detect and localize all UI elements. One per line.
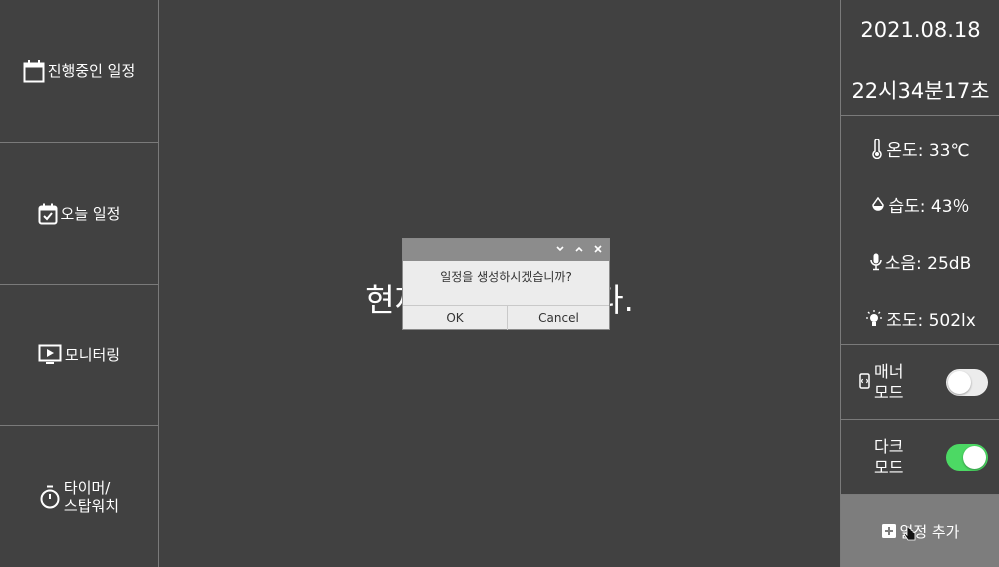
nav-label: 진행중인 일정: [47, 62, 136, 80]
sensor-illuminance: 조도: 502lx: [841, 306, 999, 331]
sensor-temperature: 온도: 33℃: [841, 136, 999, 161]
chevron-down-icon[interactable]: [553, 242, 567, 256]
nav-label: 오늘 일정: [60, 204, 121, 223]
sensor-noise: 소음: 25dB: [841, 249, 999, 274]
water-drop-icon: [871, 196, 885, 213]
nav-item-ongoing-schedule[interactable]: 진행중인 일정: [0, 0, 158, 143]
right-panel: 2021.08.18 22시34분17초 온도: 33℃ 습도: 43％ 소음:…: [840, 0, 999, 567]
nav-item-monitoring[interactable]: 모니터링: [0, 285, 158, 426]
confirm-dialog: 일정을 생성하시겠습니까? OK Cancel: [402, 238, 610, 330]
temperature-value: 온도: 33℃: [886, 141, 970, 161]
thermometer-icon: [871, 138, 883, 159]
nav-item-timer-stopwatch[interactable]: 타이머/ 스탑워치: [0, 426, 158, 567]
humidity-value: 습도: 43％: [888, 197, 970, 217]
hand-cursor-icon: [903, 526, 917, 546]
switch-knob: [948, 371, 971, 394]
monitor-play-icon: [38, 344, 62, 366]
nav-label: 타이머/ 스탑워치: [63, 478, 120, 515]
dialog-titlebar[interactable]: [403, 239, 609, 261]
calendar-check-icon: [38, 203, 58, 225]
dark-mode-switch[interactable]: [946, 444, 988, 471]
microphone-icon: [870, 253, 882, 271]
current-date: 2021.08.18: [860, 18, 981, 42]
add-schedule-button[interactable]: 일정 추가: [841, 495, 999, 567]
moon-icon: [858, 448, 871, 468]
clock: 2021.08.18 22시34분17초: [841, 0, 999, 116]
nav-label: 모니터링: [64, 346, 121, 364]
dark-mode-label: 다크 모드: [874, 437, 904, 477]
manner-mode-switch[interactable]: [946, 369, 988, 396]
manner-mode-label: 매너 모드: [874, 362, 904, 402]
dialog-buttons: OK Cancel: [403, 305, 609, 330]
nav-item-today-schedule[interactable]: 오늘 일정: [0, 143, 158, 285]
manner-mode-row: 매너 모드: [841, 345, 999, 420]
current-time: 22시34분17초: [851, 79, 990, 103]
calendar-icon: [23, 59, 45, 83]
cancel-button[interactable]: Cancel: [508, 306, 609, 330]
vibrate-icon: [858, 373, 871, 393]
sensor-humidity: 습도: 43％: [841, 192, 999, 217]
noise-value: 소음: 25dB: [884, 254, 972, 274]
light-bulb-icon: [865, 309, 883, 328]
dark-mode-row: 다크 모드: [841, 420, 999, 495]
illuminance-value: 조도: 502lx: [886, 311, 976, 331]
sensor-panel: 온도: 33℃ 습도: 43％ 소음: 25dB 조도: 502lx: [841, 116, 999, 345]
left-nav: 진행중인 일정 오늘 일정 모니터링 타이머/ 스탑워치: [0, 0, 159, 567]
stopwatch-icon: [39, 485, 61, 509]
switch-knob: [963, 446, 986, 469]
dialog-message: 일정을 생성하시겠습니까?: [440, 270, 572, 284]
ok-button[interactable]: OK: [403, 306, 508, 330]
close-icon[interactable]: [591, 242, 605, 256]
chevron-up-icon[interactable]: [572, 242, 586, 256]
plus-square-icon: [881, 524, 896, 538]
